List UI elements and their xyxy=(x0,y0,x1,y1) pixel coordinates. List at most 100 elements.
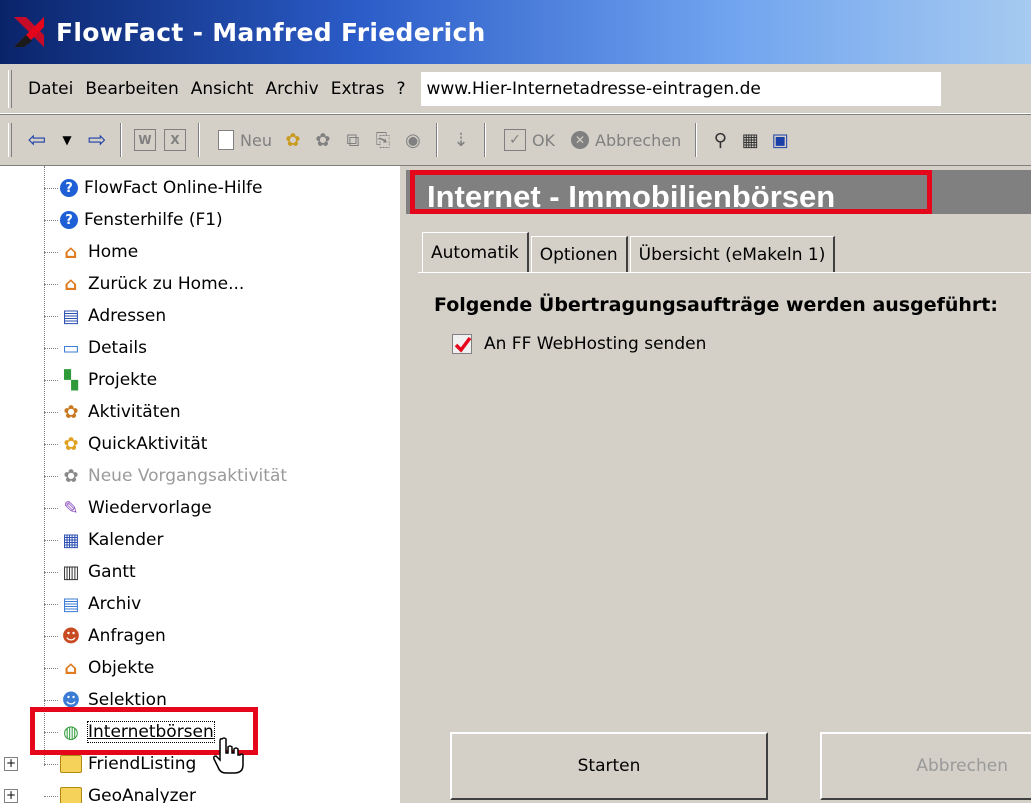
home-back-icon: ⌂ xyxy=(64,273,78,295)
table-icon[interactable]: ▦ xyxy=(739,129,761,151)
task-checkbox[interactable] xyxy=(452,334,472,354)
expand-toggle-icon[interactable]: + xyxy=(4,757,18,771)
tree-item[interactable]: ✎ Wiedervorlage xyxy=(0,492,212,524)
tree-item[interactable]: ◍ Internetbörsen xyxy=(0,716,215,748)
tree-connector xyxy=(44,603,58,605)
menu-extras[interactable]: Extras xyxy=(325,79,391,99)
toolbar-grip[interactable] xyxy=(8,123,12,157)
forward-arrow-icon[interactable]: ⇨ xyxy=(86,128,108,153)
tree-item-label: Anfragen xyxy=(88,626,166,646)
tree-item[interactable]: + FriendListing xyxy=(0,748,196,780)
calculator-icon[interactable]: ▣ xyxy=(769,129,791,151)
help-icon: ? xyxy=(60,211,78,229)
task-label: An FF WebHosting senden xyxy=(484,334,707,354)
new-button[interactable]: Neu xyxy=(214,130,272,150)
activity-icon[interactable]: ✿ xyxy=(282,129,304,151)
toolbar-separator xyxy=(483,123,486,157)
task-row[interactable]: An FF WebHosting senden xyxy=(452,334,706,354)
checkmark-icon: ✓ xyxy=(503,129,526,151)
tab-automatik[interactable]: Automatik xyxy=(422,232,529,272)
tree-connector xyxy=(44,411,58,413)
tree-item-label: Fensterhilfe (F1) xyxy=(84,210,223,230)
tree-item[interactable]: ▭ Details xyxy=(0,332,147,364)
copy-icon[interactable]: ⧉ xyxy=(342,129,364,151)
tree-item-label: Gantt xyxy=(88,562,136,582)
import-icon[interactable]: ⇣ xyxy=(450,129,472,151)
calendar-icon: ▦ xyxy=(62,529,80,551)
tree-connector xyxy=(44,507,58,509)
tree-item[interactable]: ✿ QuickAktivität xyxy=(0,428,207,460)
tree-item[interactable]: + GeoAnalyzer xyxy=(0,780,196,803)
tree-item-label: Selektion xyxy=(88,690,167,710)
tree-item[interactable]: ✿ Neue Vorgangsaktivität xyxy=(0,460,287,492)
tree-item[interactable]: ☻ Anfragen xyxy=(0,620,166,652)
toolbar-separator xyxy=(120,123,122,157)
help-icon: ? xyxy=(60,179,78,197)
history-dropdown-icon[interactable]: ▼ xyxy=(56,129,78,151)
menu-bearbeiten[interactable]: Bearbeiten xyxy=(79,79,184,99)
preview-icon[interactable]: ◉ xyxy=(402,129,424,151)
menubar: Datei Bearbeiten Ansicht Archiv Extras ?… xyxy=(0,64,1031,114)
tree-item-label: Home xyxy=(88,242,139,262)
tab-optionen[interactable]: Optionen xyxy=(530,236,628,272)
new-button-label: Neu xyxy=(240,130,272,150)
tree-item[interactable]: ▦ Kalender xyxy=(0,524,163,556)
ok-button[interactable]: ✓ OK xyxy=(500,129,555,151)
back-arrow-icon[interactable]: ⇦ xyxy=(26,128,48,153)
tree-item-label: Archiv xyxy=(88,594,142,614)
binoculars-icon[interactable]: ⚲ xyxy=(709,129,731,151)
menu-datei[interactable]: Datei xyxy=(22,79,79,99)
tree-item[interactable]: ⌂ Home xyxy=(0,236,138,268)
tree-item[interactable]: ▤ Archiv xyxy=(0,588,141,620)
window-titlebar: FlowFact - Manfred Friederich xyxy=(0,0,1031,64)
content-pane: Internet - Immobilienbörsen Automatik Op… xyxy=(400,166,1031,803)
word-icon[interactable]: W xyxy=(134,129,156,151)
url-input[interactable]: www.Hier-Internetadresse-eintragen.de xyxy=(421,71,942,106)
tree-connector xyxy=(44,667,58,669)
tree-connector xyxy=(44,539,58,541)
expand-toggle-icon[interactable]: + xyxy=(4,789,18,803)
tree-connector xyxy=(44,251,58,253)
tree-item[interactable]: ▤ Adressen xyxy=(0,300,166,332)
tab-strip: Automatik Optionen Übersicht (eMakeln 1) xyxy=(422,232,837,272)
tree-item-label: Wiedervorlage xyxy=(88,498,212,518)
gantt-icon: ▥ xyxy=(62,561,80,583)
tree-connector xyxy=(44,763,58,765)
abort-button[interactable]: Abbrechen xyxy=(820,732,1031,800)
tree-item[interactable]: ▥ Gantt xyxy=(0,556,136,588)
inquiries-icon: ☻ xyxy=(61,625,81,647)
menubar-grip[interactable] xyxy=(8,69,12,108)
tree-connector xyxy=(44,219,58,221)
tree-item[interactable]: ? FlowFact Online-Hilfe xyxy=(0,172,263,204)
tree-item[interactable]: ▚ Projekte xyxy=(0,364,157,396)
folder-icon xyxy=(60,753,82,775)
menu-archiv[interactable]: Archiv xyxy=(260,79,325,99)
tree-connector xyxy=(44,635,58,637)
archive-icon: ▤ xyxy=(62,593,80,615)
tree-item[interactable]: ⌂ Zurück zu Home... xyxy=(0,268,244,300)
tree-item[interactable]: ✿ Aktivitäten xyxy=(0,396,181,428)
excel-icon[interactable]: X xyxy=(164,129,186,151)
toolbar-separator xyxy=(435,123,438,157)
tree-item[interactable]: ? Fensterhilfe (F1) xyxy=(0,204,223,236)
tree-item[interactable]: ☻ Selektion xyxy=(0,684,167,716)
paste-icon[interactable]: ⎘ xyxy=(372,129,394,151)
cancel-button[interactable]: ✕ Abbrechen xyxy=(567,131,681,150)
tree-item-label: Internetbörsen xyxy=(87,721,215,743)
tree-item-label: Details xyxy=(88,338,147,358)
start-button[interactable]: Starten xyxy=(450,732,768,800)
tree-item[interactable]: ⌂ Objekte xyxy=(0,652,154,684)
tab-panel-border xyxy=(418,272,1031,273)
details-icon: ▭ xyxy=(62,337,80,359)
tree-connector xyxy=(44,795,58,797)
cancel-button-label: Abbrechen xyxy=(595,130,682,150)
activity-gray-icon[interactable]: ✿ xyxy=(312,129,334,151)
objects-icon: ⌂ xyxy=(64,657,78,679)
tree-connector xyxy=(44,347,58,349)
menu-ansicht[interactable]: Ansicht xyxy=(185,79,260,99)
tree-connector xyxy=(44,731,58,733)
tree-item-label: Kalender xyxy=(88,530,164,550)
menu-help[interactable]: ? xyxy=(390,79,411,99)
tab-uebersicht[interactable]: Übersicht (eMakeln 1) xyxy=(629,236,836,272)
toolbar: ⇦ ▼ ⇨ W X Neu ✿ ✿ ⧉ ⎘ ◉ ⇣ ✓ OK ✕ Abbrech… xyxy=(0,114,1031,166)
